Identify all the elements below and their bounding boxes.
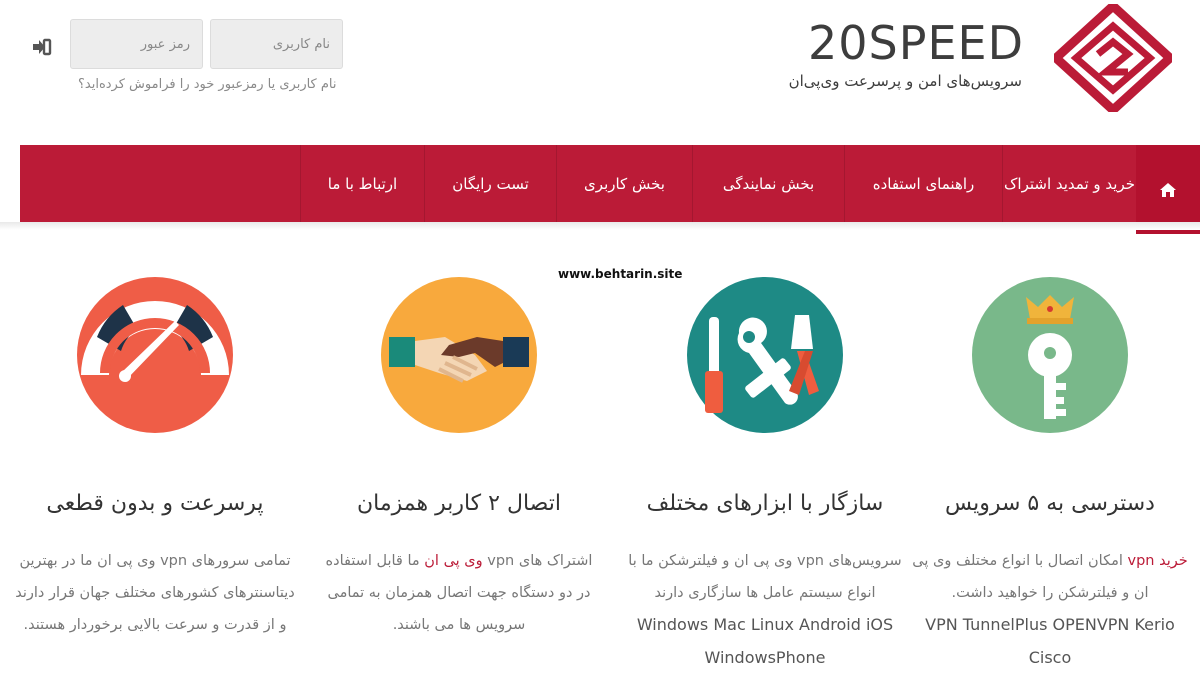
nav-item-agency[interactable]: بخش نمایندگی (692, 145, 844, 222)
nav-item-buy[interactable]: خرید و تمدید اشتراک (1002, 145, 1136, 222)
feature-desc-text: تمامی سرورهای vpn وی پی ان ما در بهترین … (15, 553, 295, 633)
nav-items: خرید و تمدید اشتراک راهنمای استفاده بخش … (300, 145, 1136, 222)
forgot-password-link[interactable]: نام کاربری یا رمزعبور خود را فراموش کرده… (78, 77, 337, 92)
nav-shadow (0, 222, 1200, 230)
password-input[interactable] (70, 19, 203, 69)
nav-home-button[interactable] (1136, 145, 1200, 234)
main-nav: خرید و تمدید اشتراک راهنمای استفاده بخش … (20, 145, 1200, 234)
key-crown-icon (972, 277, 1128, 433)
feature-high-speed: پرسرعت و بدون قطعی تمامی سرورهای vpn وی … (5, 275, 305, 675)
feature-two-users: اتصال ۲ کاربر همزمان اشتراک های vpn وی پ… (309, 275, 609, 675)
nav-item-label: خرید و تمدید اشتراک (1003, 174, 1136, 193)
feature-description: تمامی سرورهای vpn وی پی ان ما در بهترین … (15, 545, 295, 641)
login-submit-button[interactable] (30, 36, 54, 58)
feature-desc-text: سرویس‌های vpn وی پی ان و فیلترشکن ما با … (628, 553, 902, 601)
nav-item-free-trial[interactable]: تست رایگان (424, 145, 556, 222)
nav-item-label: راهنمای استفاده (872, 174, 975, 193)
speedometer-icon (77, 277, 233, 433)
feature-title: اتصال ۲ کاربر همزمان (357, 491, 561, 516)
logo-diamond-icon (1054, 4, 1172, 112)
logo-text: 20SPEED (807, 16, 1024, 70)
feature-desc-text: اشتراک های vpn (482, 553, 593, 569)
feature-desc-text: امکان اتصال با انواع مختلف وی پی ان و فی… (912, 553, 1149, 601)
buy-vpn-link[interactable]: خرید vpn (1127, 553, 1187, 569)
feature-title: سازگار با ابزارهای مختلف (646, 491, 884, 516)
protocol-list: VPN TunnelPlus OPENVPN Kerio Cisco (925, 615, 1175, 667)
nav-item-contact[interactable]: ارتباط با ما (300, 145, 424, 222)
feature-compatible-tools: سازگار با ابزارهای مختلف سرویس‌های vpn و… (615, 275, 915, 675)
sign-in-icon (33, 38, 52, 56)
handshake-icon (381, 277, 537, 433)
username-input[interactable] (210, 19, 343, 69)
os-list: Windows Mac Linux Android iOS WindowsPho… (636, 615, 894, 667)
nav-item-label: تست رایگان (452, 174, 529, 193)
feature-title: دسترسی به ۵ سرویس (945, 491, 1155, 516)
nav-item-guide[interactable]: راهنمای استفاده (844, 145, 1002, 222)
feature-title: پرسرعت و بدون قطعی (46, 491, 264, 516)
nav-item-label: بخش کاربری (584, 174, 665, 193)
feature-description: اشتراک های vpn وی پی ان ما قابل استفاده … (319, 545, 599, 641)
site-logo[interactable]: 20SPEED سرویس‌های امن و پرسرعت وی‌پی‌ان (752, 4, 1172, 114)
feature-description: سرویس‌های vpn وی پی ان و فیلترشکن ما با … (625, 545, 905, 675)
nav-item-label: بخش نمایندگی (722, 174, 815, 193)
nav-item-user-area[interactable]: بخش کاربری (556, 145, 692, 222)
vpn-link[interactable]: وی پی ان (424, 553, 482, 569)
tools-icon (687, 277, 843, 433)
feature-five-services: دسترسی به ۵ سرویس خرید vpn امکان اتصال ب… (900, 275, 1200, 675)
logo-tagline: سرویس‌های امن و پرسرعت وی‌پی‌ان (788, 72, 1022, 90)
feature-description: خرید vpn امکان اتصال با انواع مختلف وی پ… (910, 545, 1190, 675)
home-icon (1160, 182, 1176, 197)
nav-item-label: ارتباط با ما (327, 174, 398, 193)
